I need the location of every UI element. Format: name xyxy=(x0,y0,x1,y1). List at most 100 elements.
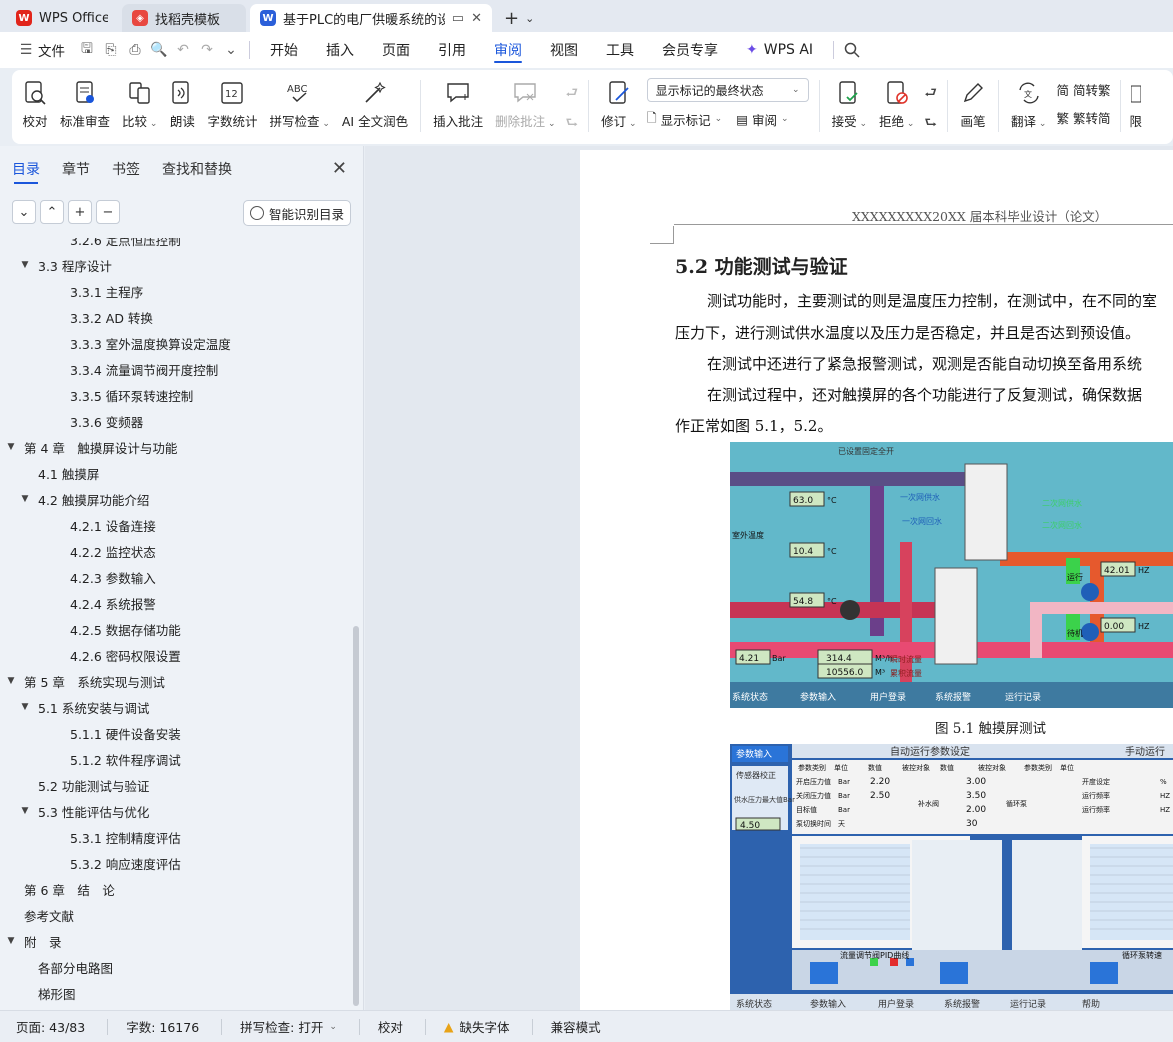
next-comment-icon[interactable]: ⮑ xyxy=(566,112,579,136)
tab-chapters[interactable]: 章节 xyxy=(62,146,90,192)
proofread-button[interactable]: 校对 xyxy=(16,78,54,138)
toc-item[interactable]: 4.2.5 数据存储功能 xyxy=(0,616,352,642)
save-icon[interactable]: 🖫 xyxy=(75,38,99,62)
menu-tools[interactable]: 工具 xyxy=(592,32,648,68)
expand-arrow-icon[interactable]: ▼ xyxy=(18,702,32,712)
print-icon[interactable]: ⎙ xyxy=(123,38,147,62)
toc-item[interactable]: 4.2.2 监控状态 xyxy=(0,538,352,564)
prev-change-icon[interactable]: ⮐ xyxy=(924,82,937,106)
ai-polish-button[interactable]: AI 全文润色 xyxy=(336,78,414,138)
accept-button[interactable]: 接受 ⌄ xyxy=(826,78,873,138)
export-icon[interactable]: ⎘ xyxy=(99,38,123,62)
file-menu[interactable]: 文件 xyxy=(38,40,65,60)
reject-button[interactable]: 拒绝 ⌄ xyxy=(873,78,920,138)
spell-check-toggle[interactable]: 拼写检查: 打开 ⌄ xyxy=(240,1017,337,1036)
toc-item[interactable]: 4.2.1 设备连接 xyxy=(0,512,352,538)
print-preview-icon[interactable]: 🔍 xyxy=(147,38,171,62)
markup-mode-select[interactable]: 显示标记的最终状态 ⌄ xyxy=(646,78,809,102)
prev-comment-icon[interactable]: ⮐ xyxy=(566,82,579,106)
toc-item[interactable]: 3.3.6 变频器 xyxy=(0,408,352,434)
toc-item[interactable]: 第 6 章 结 论 xyxy=(0,876,352,902)
toc-item[interactable]: 5.1.1 硬件设备安装 xyxy=(0,720,352,746)
toc-item[interactable]: ▼ 5.1 系统安装与调试 xyxy=(0,694,352,720)
tab-bookmarks[interactable]: 书签 xyxy=(112,146,140,192)
menu-page[interactable]: 页面 xyxy=(368,32,424,68)
word-count-button[interactable]: 12 字数统计 xyxy=(201,78,263,138)
menu-insert[interactable]: 插入 xyxy=(312,32,368,68)
toc-item[interactable]: 5.3.1 控制精度评估 xyxy=(0,824,352,850)
toc-scrollbar[interactable] xyxy=(353,626,359,1006)
expand-arrow-icon[interactable]: ▼ xyxy=(4,936,18,946)
toc-item[interactable]: 5.2 功能测试与验证 xyxy=(0,772,352,798)
translate-button[interactable]: 文 翻译 ⌄ xyxy=(1005,78,1052,138)
chevron-down-icon[interactable]: ⌄ xyxy=(525,12,534,25)
toc-item[interactable]: ▼ 5.3 性能评估与优化 xyxy=(0,798,352,824)
toc-item[interactable]: 3.3.2 AD 转换 xyxy=(0,304,352,330)
tab-wps-office[interactable]: W WPS Office xyxy=(6,4,118,32)
toc-item[interactable]: ▼ 附 录 xyxy=(0,928,352,954)
tab-find-replace[interactable]: 查找和替换 xyxy=(162,146,232,192)
menu-home[interactable]: 开始 xyxy=(256,32,312,68)
page-indicator[interactable]: 页面: 43/83 xyxy=(16,1017,85,1036)
hamburger-menu-icon[interactable]: ☰ xyxy=(14,38,38,62)
more-chevron-icon[interactable]: ⌄ xyxy=(219,38,243,62)
review-pane-button[interactable]: ▤ 审阅 ⌄ xyxy=(736,108,788,130)
tab-docer-templates[interactable]: ◈ 找稻壳模板 xyxy=(122,4,246,32)
trad-to-simp-button[interactable]: 繁繁转简 xyxy=(1056,106,1110,128)
add-heading-icon[interactable]: + xyxy=(68,200,92,224)
menu-review[interactable]: 审阅 xyxy=(480,32,536,68)
toc-item[interactable]: 4.1 触摸屏 xyxy=(0,460,352,486)
document-page[interactable]: XXXXXXXXX20XX 届本科毕业设计（论文） 5.2 功能测试与验证 测试… xyxy=(580,150,1173,1010)
toc-item[interactable]: 5.1.2 软件程序调试 xyxy=(0,746,352,772)
compare-button[interactable]: 比较 ⌄ xyxy=(116,78,163,138)
toc-item[interactable]: ▼ 4.2 触摸屏功能介绍 xyxy=(0,486,352,512)
toc-item[interactable]: ▼ 第 5 章 系统实现与测试 xyxy=(0,668,352,694)
toc-item[interactable]: 各部分电路图 xyxy=(0,954,352,980)
restrict-button[interactable]: 限 xyxy=(1127,78,1144,138)
toc-item[interactable]: 梯形图 xyxy=(0,980,352,1006)
toc-item[interactable]: 5.3.2 响应速度评估 xyxy=(0,850,352,876)
collapse-icon[interactable]: ⌃ xyxy=(40,200,64,224)
pen-button[interactable]: 画笔 xyxy=(954,78,992,138)
toc-item[interactable]: 3.3.1 主程序 xyxy=(0,278,352,304)
expand-arrow-icon[interactable]: ▼ xyxy=(18,494,32,504)
toc-item[interactable]: ▼ 3.3 程序设计 xyxy=(0,252,352,278)
expand-arrow-icon[interactable]: ▼ xyxy=(18,260,32,270)
spell-check-button[interactable]: ABC 拼写检查 ⌄ xyxy=(263,78,335,138)
search-icon[interactable] xyxy=(840,38,864,62)
menu-references[interactable]: 引用 xyxy=(424,32,480,68)
toc-item[interactable]: 4.2.3 参数输入 xyxy=(0,564,352,590)
standard-review-button[interactable]: 标准审查 xyxy=(54,78,116,138)
insert-comment-button[interactable]: 插入批注 xyxy=(427,78,489,138)
screen-icon[interactable]: ▭ xyxy=(452,11,464,26)
delete-comment-button[interactable]: 删除批注 ⌄ xyxy=(489,78,561,138)
next-change-icon[interactable]: ⮑ xyxy=(924,112,937,136)
word-count-indicator[interactable]: 字数: 16176 xyxy=(126,1017,199,1036)
missing-font-button[interactable]: ▲ 缺失字体 xyxy=(444,1017,510,1036)
wps-ai-button[interactable]: ✦ WPS AI xyxy=(732,32,827,68)
expand-arrow-icon[interactable]: ▼ xyxy=(18,806,32,816)
read-aloud-button[interactable]: 朗读 xyxy=(163,78,201,138)
figure-parameter-settings[interactable]: 自动运行参数设定 手动运行 参数输入 传感器校正 供水压力最大值Bar 4.50 参数类别单… xyxy=(730,744,1173,1010)
toc-item[interactable]: 3.2.6 定点恒压控制 xyxy=(0,238,352,252)
figure-touchscreen-status[interactable]: 63.0 10.4 54.8 4.21 314.4 10556.0 42.01 0.00 °C °… xyxy=(730,442,1173,708)
close-tab-icon[interactable]: ✕ xyxy=(471,11,482,26)
smart-toc-button[interactable]: 智能识别目录 xyxy=(242,200,351,226)
proofread-status[interactable]: 校对 xyxy=(378,1017,403,1036)
menu-view[interactable]: 视图 xyxy=(536,32,592,68)
toc-item[interactable]: ▼ 第 4 章 触摸屏设计与功能 xyxy=(0,434,352,460)
remove-heading-icon[interactable]: − xyxy=(96,200,120,224)
toc-item[interactable]: 3.3.3 室外温度换算设定温度 xyxy=(0,330,352,356)
toc-item[interactable]: 4.2.6 密码权限设置 xyxy=(0,642,352,668)
simp-to-trad-button[interactable]: 简简转繁 xyxy=(1056,78,1110,100)
expand-arrow-icon[interactable]: ▼ xyxy=(4,676,18,686)
close-pane-icon[interactable]: ✕ xyxy=(332,158,347,179)
track-changes-button[interactable]: 修订 ⌄ xyxy=(595,78,642,138)
expand-arrow-icon[interactable]: ▼ xyxy=(4,442,18,452)
new-tab-icon[interactable]: + xyxy=(504,8,519,29)
toc-item[interactable]: 4.2.4 系统报警 xyxy=(0,590,352,616)
menu-member[interactable]: 会员专享 xyxy=(648,32,732,68)
toc-item[interactable]: 参考文献 xyxy=(0,902,352,928)
redo-icon[interactable]: ↷ xyxy=(195,38,219,62)
toc-item[interactable]: 3.3.5 循环泵转速控制 xyxy=(0,382,352,408)
